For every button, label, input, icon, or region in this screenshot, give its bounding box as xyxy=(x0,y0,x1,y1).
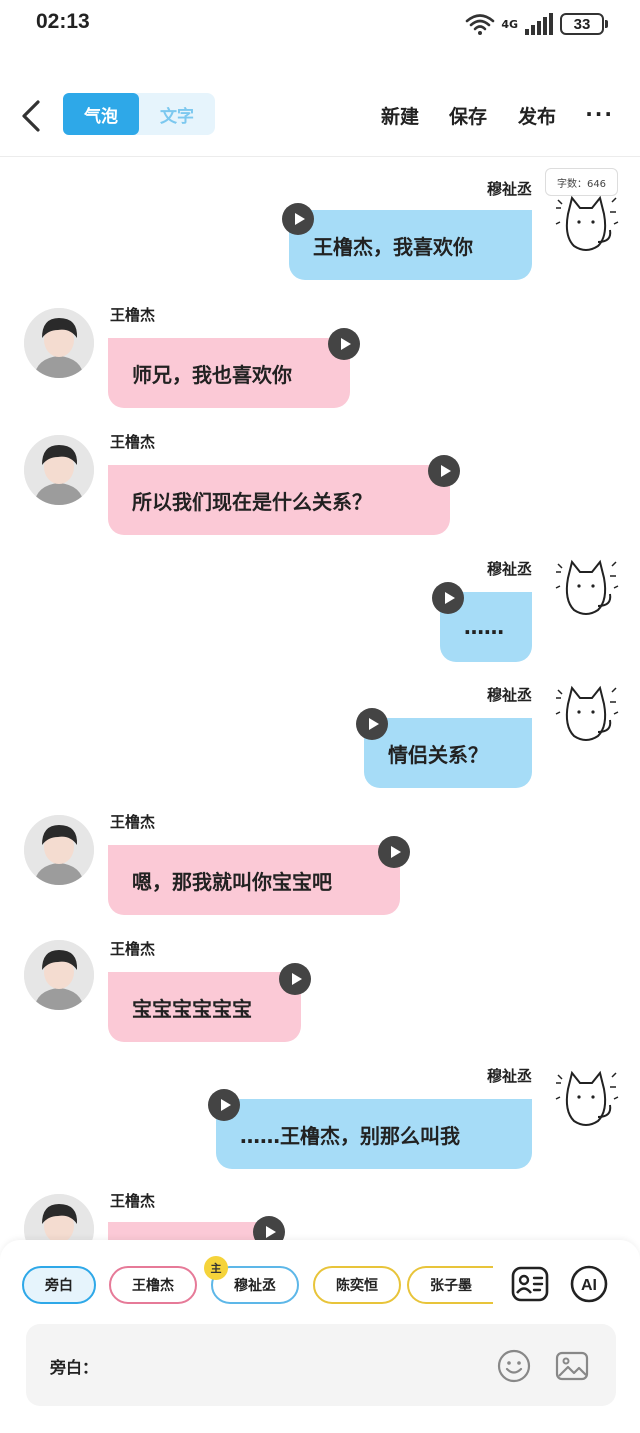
play-icon[interactable] xyxy=(378,836,410,868)
composer-panel: 旁白 王橹杰 穆祉丞 主 陈奕恒 张子墨 AI 旁白： xyxy=(0,1240,640,1433)
message-left[interactable]: 王橹杰 师兄，我也喜欢你 xyxy=(0,290,640,417)
wifi-icon xyxy=(466,14,495,35)
message-right[interactable]: 穆祉丞 情侣关系？ xyxy=(0,668,640,795)
sender-name: 穆祉丞 xyxy=(486,1067,532,1085)
cat-avatar-icon[interactable] xyxy=(552,556,620,624)
word-count: 字数：646 xyxy=(545,168,618,196)
message-left[interactable]: 王橹杰 宝宝宝宝宝宝 xyxy=(0,922,640,1047)
sender-name: 王橹杰 xyxy=(110,813,156,831)
new-button[interactable]: 新建 xyxy=(381,102,419,129)
publish-button[interactable]: 发布 xyxy=(518,102,556,129)
message-left[interactable]: 王橹杰 所以我们现在是什么关系？ xyxy=(0,417,640,542)
message-left[interactable]: 王橹杰 xyxy=(0,1182,640,1240)
sender-name: 穆祉丞 xyxy=(486,686,532,704)
play-icon[interactable] xyxy=(253,1216,285,1240)
cat-avatar-icon[interactable] xyxy=(552,1067,620,1135)
person-avatar-icon xyxy=(24,940,94,1010)
play-icon[interactable] xyxy=(328,328,360,360)
person-avatar-icon xyxy=(24,1194,94,1240)
chat-bubble[interactable]: 嗯，那我就叫你宝宝吧 xyxy=(108,845,400,915)
character-chip-zhang[interactable]: 张子墨 xyxy=(407,1266,493,1304)
message-right[interactable]: 穆祉丞 ……王橹杰，别那么叫我 xyxy=(0,1047,640,1182)
back-icon[interactable] xyxy=(14,94,54,138)
play-icon[interactable] xyxy=(279,963,311,995)
top-bar: 气泡 文字 新建 保存 发布 ··· xyxy=(0,88,640,144)
sender-name: 王橹杰 xyxy=(110,433,156,451)
chat-area[interactable]: 穆祉丞 王橹杰，我喜欢你 王橹杰 师兄，我也喜欢你 王橹杰 所以我们现在是什么关… xyxy=(0,160,640,1240)
message-right[interactable]: 穆祉丞 …… xyxy=(0,542,640,668)
avatar[interactable] xyxy=(24,435,94,505)
network-label: 4G xyxy=(501,17,518,31)
sender-name: 王橹杰 xyxy=(110,1192,156,1210)
chat-bubble[interactable]: 宝宝宝宝宝宝 xyxy=(108,972,301,1042)
message-right[interactable]: 穆祉丞 王橹杰，我喜欢你 xyxy=(0,160,640,290)
battery-indicator: 33 xyxy=(560,13,608,35)
avatar[interactable] xyxy=(24,308,94,378)
cat-avatar-icon[interactable] xyxy=(552,682,620,750)
status-indicators: 4G 33 xyxy=(465,10,608,38)
main-character-badge: 主 xyxy=(204,1256,228,1280)
chat-bubble[interactable]: 所以我们现在是什么关系？ xyxy=(108,465,450,535)
more-button[interactable]: ··· xyxy=(585,102,614,126)
tab-bubble[interactable]: 气泡 xyxy=(63,93,139,135)
chat-bubble[interactable] xyxy=(108,1222,276,1240)
header-divider xyxy=(0,156,640,157)
chat-bubble[interactable]: 师兄，我也喜欢你 xyxy=(108,338,350,408)
mode-switch: 气泡 文字 xyxy=(63,93,215,135)
avatar[interactable] xyxy=(24,940,94,1010)
svg-text:AI: AI xyxy=(581,1277,597,1294)
composer-speaker-label: 旁白： xyxy=(50,1358,99,1377)
person-avatar-icon xyxy=(24,435,94,505)
status-bar: 02:13 4G 33 xyxy=(0,0,640,48)
avatar[interactable] xyxy=(24,1194,94,1240)
status-time: 02:13 xyxy=(36,10,90,33)
message-input[interactable] xyxy=(106,1346,486,1382)
ai-icon[interactable]: AI xyxy=(569,1264,609,1304)
character-card-icon[interactable] xyxy=(510,1264,550,1304)
sender-name: 王橹杰 xyxy=(110,306,156,324)
save-button[interactable]: 保存 xyxy=(449,102,487,129)
sender-name: 王橹杰 xyxy=(110,940,156,958)
chat-bubble[interactable]: 情侣关系？ xyxy=(364,718,532,788)
chat-bubble[interactable]: ……王橹杰，别那么叫我 xyxy=(216,1099,532,1169)
play-icon[interactable] xyxy=(356,708,388,740)
play-icon[interactable] xyxy=(282,203,314,235)
chat-bubble[interactable]: 王橹杰，我喜欢你 xyxy=(289,210,532,280)
composer-input-area: 旁白： xyxy=(26,1324,616,1406)
character-chip-wang[interactable]: 王橹杰 xyxy=(109,1266,197,1304)
signal-icon xyxy=(525,13,553,35)
character-chip-chen[interactable]: 陈奕恒 xyxy=(313,1266,401,1304)
play-icon[interactable] xyxy=(432,582,464,614)
image-icon[interactable] xyxy=(554,1348,590,1384)
person-avatar-icon xyxy=(24,308,94,378)
cat-avatar-icon[interactable] xyxy=(552,192,620,260)
play-icon[interactable] xyxy=(208,1089,240,1121)
person-avatar-icon xyxy=(24,815,94,885)
play-icon[interactable] xyxy=(428,455,460,487)
avatar[interactable] xyxy=(24,815,94,885)
character-chip-narrator[interactable]: 旁白 xyxy=(22,1266,96,1304)
sender-name: 穆祉丞 xyxy=(486,560,532,578)
smiley-icon[interactable] xyxy=(496,1348,532,1384)
message-left[interactable]: 王橹杰 嗯，那我就叫你宝宝吧 xyxy=(0,795,640,922)
sender-name: 穆祉丞 xyxy=(486,180,532,198)
tab-text[interactable]: 文字 xyxy=(139,93,215,135)
